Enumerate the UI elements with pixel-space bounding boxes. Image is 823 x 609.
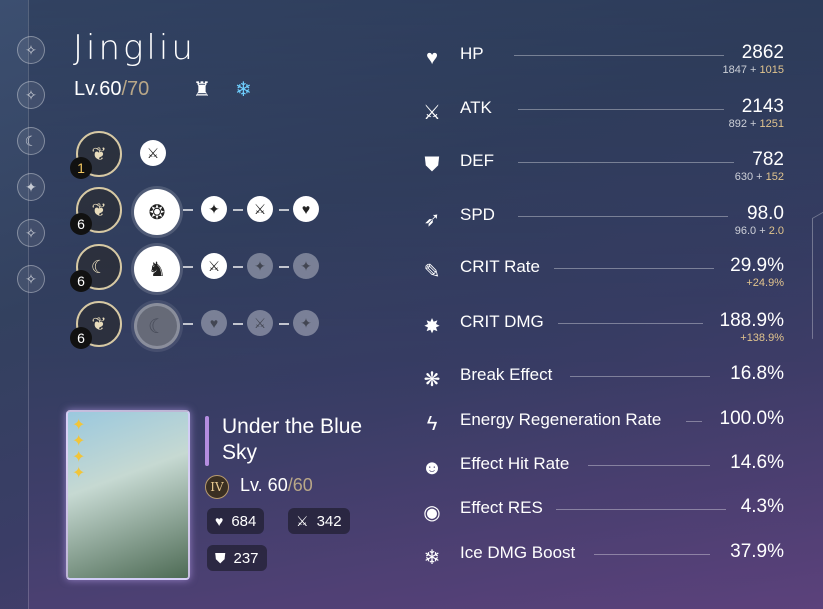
light-cone-def: ⛊ 237 [207,545,267,571]
eidolon-icon-6[interactable]: ✧ [17,265,45,293]
trace-atk-bonus-node[interactable]: ⚔ [140,140,166,166]
light-cone-atk: ⚔ 342 [288,508,350,534]
stat-breakdown: 96.0 + 2.0 [734,225,784,237]
stat-divider [518,216,728,217]
eidolon-icon-5[interactable]: ✧ [17,219,45,247]
energy-regen-icon: ϟ [426,412,438,435]
trace-row-2: ❦ 6 ❂ ✦ ⚔ ♥ [70,187,370,237]
eidolon-icon-3[interactable]: ☾ [17,127,45,155]
stat-divider [570,376,710,377]
stat-breakdown: 1847 + 1015 [722,64,784,76]
trace-row-1: ❦ 1 ⚔ [70,131,190,181]
character-name: Jingliu [73,28,196,68]
stat-row-hp: ♥ HP 2862 1847 + 1015 [418,42,788,84]
stat-divider [558,323,703,324]
stat-row-effect-hit-rate: ☻ Effect Hit Rate 14.6% [418,452,788,494]
stat-divider [588,465,710,466]
effect-res-icon: ◉ [423,501,441,524]
hp-icon: ♥ [215,513,224,529]
trace-spd-node[interactable]: ✦ [201,196,227,222]
light-cone-title: Under the Blue Sky [222,415,363,464]
trace-connector [279,266,289,268]
def-icon: ⛊ [215,549,226,566]
trace-spd-node-locked[interactable]: ✦ [247,253,273,279]
trace-atk-node[interactable]: ⚔ [201,253,227,279]
light-cone-hp: ♥ 684 [207,508,265,534]
stat-row-energy-regen: ϟ Energy Regeneration Rate 100.0% [418,408,788,450]
stat-row-def: ⛊ DEF 782 630 + 152 [418,149,788,191]
hp-icon: ♥ [426,46,438,69]
stat-row-effect-res: ◉ Effect RES 4.3% [418,496,788,538]
eidolon-icon-4[interactable]: ✦ [17,173,45,201]
trace-major-node-locked[interactable]: ☾ [134,303,180,349]
break-effect-icon: ❋ [423,368,441,391]
atk-icon: ⚔ [423,101,441,124]
edge-decoration [812,211,823,340]
stat-divider [686,421,702,422]
trace-connector [233,266,243,268]
crit-rate-icon: ✎ [423,260,441,283]
destruction-path-icon: ♜ [193,79,211,101]
stat-divider [554,268,714,269]
trace-atk-node[interactable]: ⚔ [247,196,273,222]
stat-row-break-effect: ❋ Break Effect 16.8% [418,363,788,405]
trace-connector [183,266,193,268]
stat-row-ice-dmg-boost: ❄ Ice DMG Boost 37.9% [418,541,788,583]
stat-breakdown: 630 + 152 [734,171,784,183]
trace-connector [279,209,289,211]
eidolon-icon-1[interactable]: ✧ [17,36,45,64]
trace-spd-node-locked[interactable]: ✦ [293,253,319,279]
stat-divider [594,554,710,555]
trace-level-badge: 6 [70,327,92,349]
trace-connector [233,209,243,211]
stat-row-crit-dmg: ✸ CRIT DMG 188.9% +138.9% [418,310,788,352]
trace-hp-node-locked[interactable]: ♥ [201,310,227,336]
stat-breakdown: 892 + 1251 [728,118,784,130]
stat-divider [514,55,724,56]
character-level: Lv.60/70 [74,78,150,100]
ice-element-icon: ❄ [235,79,252,101]
eidolon-icon-2[interactable]: ✧ [17,81,45,109]
trace-level-badge: 6 [70,270,92,292]
effect-hit-rate-icon: ☻ [421,456,443,479]
stat-divider [518,162,734,163]
stat-breakdown: +24.9% [746,277,784,289]
ice-dmg-boost-icon: ❄ [423,546,441,569]
stat-divider [518,109,724,110]
crit-dmg-icon: ✸ [423,315,441,338]
light-cone-level: Lv. 60/60 [240,475,313,495]
stat-row-atk: ⚔ ATK 2143 892 + 1251 [418,96,788,138]
stat-row-crit-rate: ✎ CRIT Rate 29.9% +24.9% [418,255,788,297]
trace-atk-node-locked[interactable]: ⚔ [247,310,273,336]
trace-major-node[interactable]: ♞ [134,246,180,292]
light-cone-accent-bar [205,416,209,466]
trace-hp-node[interactable]: ♥ [293,196,319,222]
trace-major-node[interactable]: ❂ [134,189,180,235]
light-cone-card[interactable]: ✦ ✦ ✦ ✦ [66,410,190,580]
trace-spd-node-locked[interactable]: ✦ [293,310,319,336]
def-icon: ⛊ [424,153,440,176]
trace-connector [279,323,289,325]
eidolon-sidebar: ✧ ✧ ☾ ✦ ✧ ✧ [0,0,60,609]
stat-divider [556,509,726,510]
trace-connector [183,323,193,325]
spd-icon: ➶ [423,208,441,231]
stat-row-spd: ➶ SPD 98.0 96.0 + 2.0 [418,203,788,245]
trace-level-badge: 6 [70,213,92,235]
trace-connector [183,209,193,211]
trace-row-4: ❦ 6 ☾ ♥ ⚔ ✦ [70,301,330,351]
trace-level-badge: 1 [70,157,92,179]
stat-breakdown: +138.9% [740,332,784,344]
trace-row-3: ☾ 6 ♞ ⚔ ✦ ✦ [70,244,330,294]
trace-connector [233,323,243,325]
rarity-stars: ✦ ✦ ✦ ✦ [72,417,86,482]
atk-icon: ⚔ [296,512,309,529]
superimposition-badge: IV [205,475,229,499]
